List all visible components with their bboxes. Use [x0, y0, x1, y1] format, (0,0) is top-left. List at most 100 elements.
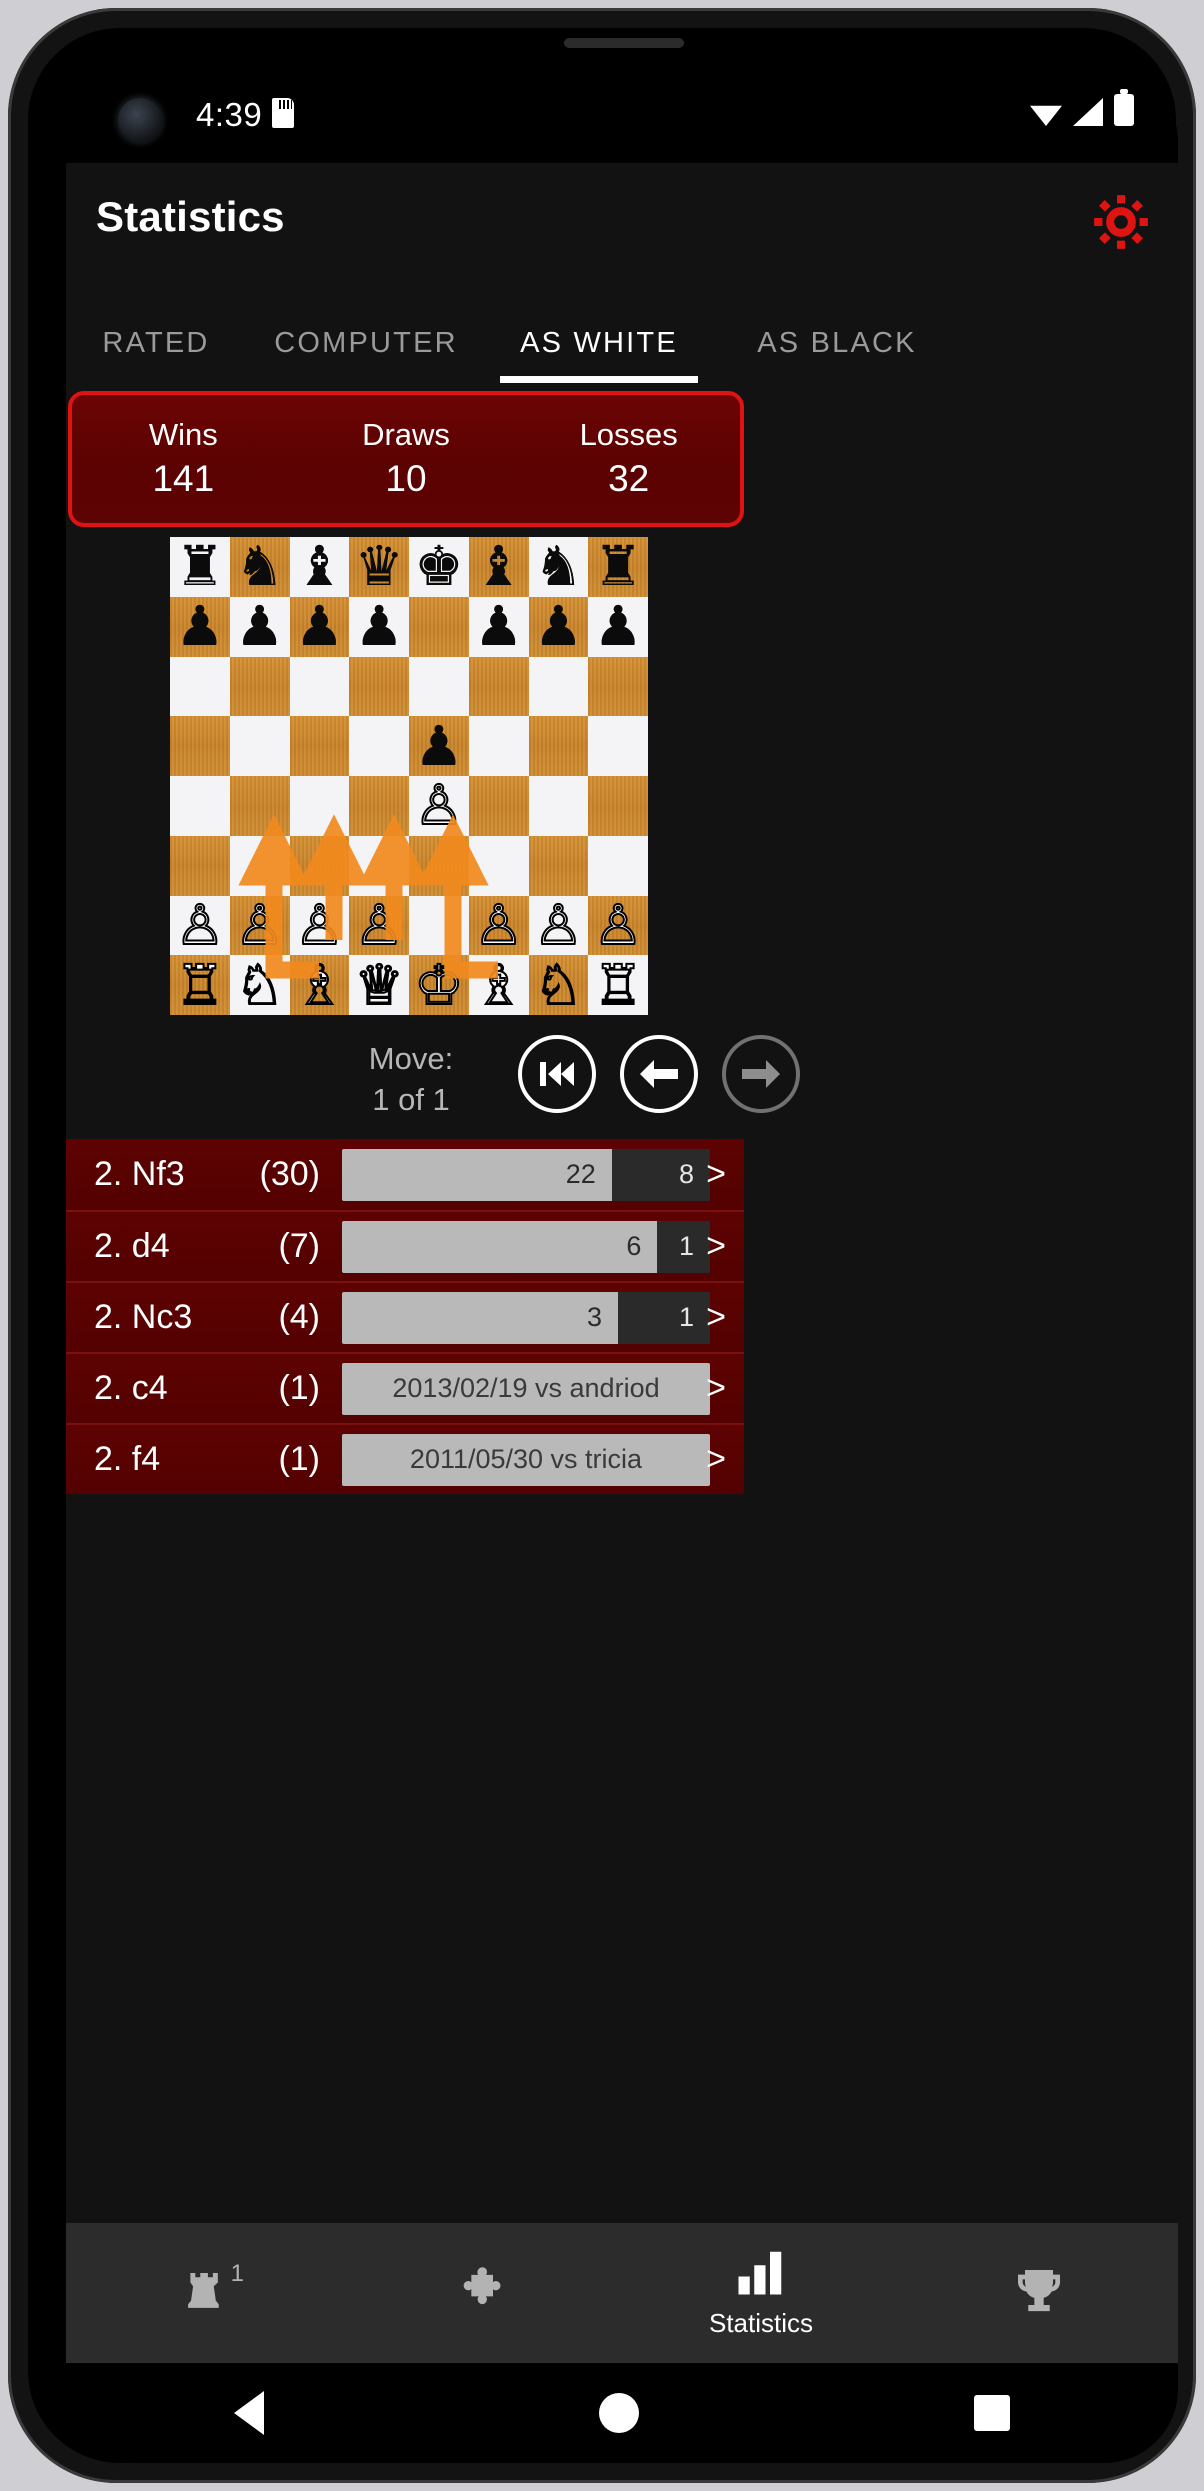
status-icons [1030, 89, 1134, 126]
chevron-right-icon[interactable]: > [706, 1440, 726, 1479]
move-row[interactable]: 2. Nf3 (30) 22 8 > [66, 1139, 744, 1210]
chess-board[interactable]: ♜ ♞ ♝ ♛ ♚ ♝ ♞ ♜ ♟ ♟ ♟ ♟ ♟ ♟ ♟ ♟ ♙ ♙ ♙ ♙ ♙ ♙ ♙ ♙ ♖ ♘ ♗ ♕ ♔ ♗ ♘ ♖ [170, 537, 648, 1015]
board-square-g6[interactable] [528, 656, 589, 717]
bottom-nav-statistics[interactable]: Statistics [622, 2223, 900, 2363]
board-square-e7[interactable] [409, 596, 469, 657]
board-square-h5[interactable] [588, 716, 648, 776]
board-square-c4[interactable] [289, 776, 350, 836]
board-square-h7[interactable]: ♟ [588, 596, 648, 657]
board-square-g5[interactable] [528, 716, 589, 776]
board-square-e3[interactable] [409, 835, 469, 896]
board-square-f2[interactable]: ♙ [468, 895, 529, 956]
board-square-d4[interactable] [349, 776, 409, 836]
board-square-g8[interactable]: ♞ [528, 537, 589, 597]
arrow-right-icon[interactable] [722, 1035, 800, 1113]
bottom-nav-achievements[interactable] [900, 2223, 1178, 2363]
board-square-a8[interactable]: ♜ [170, 537, 230, 597]
board-square-a7[interactable]: ♟ [170, 596, 230, 657]
move-row[interactable]: 2. Nc3 (4) 3 1 > [66, 1281, 744, 1352]
board-square-b2[interactable]: ♙ [229, 895, 290, 956]
board-square-h4[interactable] [588, 776, 648, 836]
board-square-b8[interactable]: ♞ [229, 537, 290, 597]
chevron-right-icon[interactable]: > [706, 1369, 726, 1408]
board-square-f1[interactable]: ♗ [468, 955, 529, 1015]
board-square-f7[interactable]: ♟ [468, 596, 529, 657]
board-square-h6[interactable] [588, 656, 648, 717]
recents-square-icon[interactable] [974, 2395, 1011, 2431]
board-square-f6[interactable] [468, 656, 529, 717]
chevron-right-icon[interactable]: > [706, 1298, 726, 1337]
board-square-a5[interactable] [170, 716, 230, 776]
board-square-c2[interactable]: ♙ [289, 895, 350, 956]
board-square-b1[interactable]: ♘ [229, 955, 290, 1015]
board-square-f4[interactable] [468, 776, 529, 836]
board-square-e6[interactable] [409, 656, 469, 717]
skip-to-start-icon[interactable] [518, 1035, 596, 1113]
move-counter-value: 1 of 1 [372, 1081, 450, 1117]
tab-rated[interactable]: RATED [66, 295, 246, 391]
board-square-e1[interactable]: ♔ [409, 955, 469, 1015]
board-square-b7[interactable]: ♟ [229, 596, 290, 657]
bottom-nav-puzzles[interactable] [344, 2223, 622, 2363]
board-square-e5[interactable]: ♟ [409, 716, 469, 776]
board-square-a4[interactable] [170, 776, 230, 836]
board-square-h2[interactable]: ♙ [588, 895, 648, 956]
board-square-f3[interactable] [468, 835, 529, 896]
arrow-left-icon[interactable] [620, 1035, 698, 1113]
board-square-c1[interactable]: ♗ [289, 955, 350, 1015]
board-square-d1[interactable]: ♕ [349, 955, 409, 1015]
move-row[interactable]: 2. d4 (7) 6 1 > [66, 1210, 744, 1281]
board-square-a1[interactable]: ♖ [170, 955, 230, 1015]
board-square-g1[interactable]: ♘ [528, 955, 589, 1015]
board-square-c3[interactable] [289, 835, 350, 896]
board-square-d6[interactable] [349, 656, 409, 717]
board-square-g4[interactable] [528, 776, 589, 836]
board-square-e4[interactable]: ♙ [409, 776, 469, 836]
board-square-d5[interactable] [349, 716, 409, 776]
wins-value: 141 [152, 458, 215, 500]
board-square-h8[interactable]: ♜ [588, 537, 648, 597]
bottom-nav-play[interactable]: 1 [66, 2223, 344, 2363]
board-square-b5[interactable] [229, 716, 290, 776]
piece-K: ♔ [413, 953, 464, 1016]
board-square-d7[interactable]: ♟ [349, 596, 409, 657]
losses-segment: 1 [657, 1220, 710, 1273]
board-square-c6[interactable] [289, 656, 350, 717]
board-square-a6[interactable] [170, 656, 230, 717]
piece-k: ♚ [414, 535, 464, 598]
board-square-b4[interactable] [229, 776, 290, 836]
move-row[interactable]: 2. c4 (1) 2013/02/19 vs andriod > [66, 1352, 744, 1423]
move-row[interactable]: 2. f4 (1) 2011/05/30 vs tricia > [66, 1423, 744, 1494]
move-nav-buttons [518, 1035, 800, 1113]
board-square-c8[interactable]: ♝ [289, 537, 350, 597]
board-square-b3[interactable] [229, 835, 290, 896]
board-square-c7[interactable]: ♟ [289, 596, 350, 657]
board-square-g2[interactable]: ♙ [528, 895, 589, 956]
board-square-e8[interactable]: ♚ [409, 537, 469, 597]
gear-icon[interactable] [1090, 191, 1152, 253]
board-square-d8[interactable]: ♛ [349, 537, 409, 597]
chevron-right-icon[interactable]: > [706, 1155, 726, 1194]
board-square-h1[interactable]: ♖ [588, 955, 648, 1015]
board-square-d3[interactable] [349, 835, 409, 896]
board-square-a3[interactable] [170, 835, 230, 896]
back-triangle-icon[interactable] [233, 2391, 264, 2435]
board-square-f5[interactable] [468, 716, 529, 776]
board-squares[interactable]: ♜ ♞ ♝ ♛ ♚ ♝ ♞ ♜ ♟ ♟ ♟ ♟ ♟ ♟ ♟ ♟ ♙ ♙ ♙ ♙ ♙ ♙ ♙ ♙ ♖ ♘ ♗ ♕ ♔ ♗ ♘ ♖ [170, 537, 648, 1015]
tab-as-white[interactable]: AS WHITE [486, 295, 712, 391]
chevron-right-icon[interactable]: > [706, 1227, 726, 1266]
tab-as-black[interactable]: AS BLACK [712, 295, 962, 391]
board-square-e2[interactable] [409, 895, 469, 956]
board-square-h3[interactable] [588, 835, 648, 896]
home-circle-icon[interactable] [598, 2393, 639, 2433]
board-square-d2[interactable]: ♙ [349, 895, 409, 956]
board-square-f8[interactable]: ♝ [468, 537, 529, 597]
board-square-c5[interactable] [289, 716, 350, 776]
board-square-g7[interactable]: ♟ [528, 596, 589, 657]
board-square-a2[interactable]: ♙ [170, 895, 230, 956]
piece-r: ♜ [593, 535, 643, 598]
board-square-b6[interactable] [229, 656, 290, 717]
stat-wins: Wins 141 [72, 415, 295, 502]
tab-computer[interactable]: COMPUTER [246, 295, 486, 391]
board-square-g3[interactable] [528, 835, 589, 896]
